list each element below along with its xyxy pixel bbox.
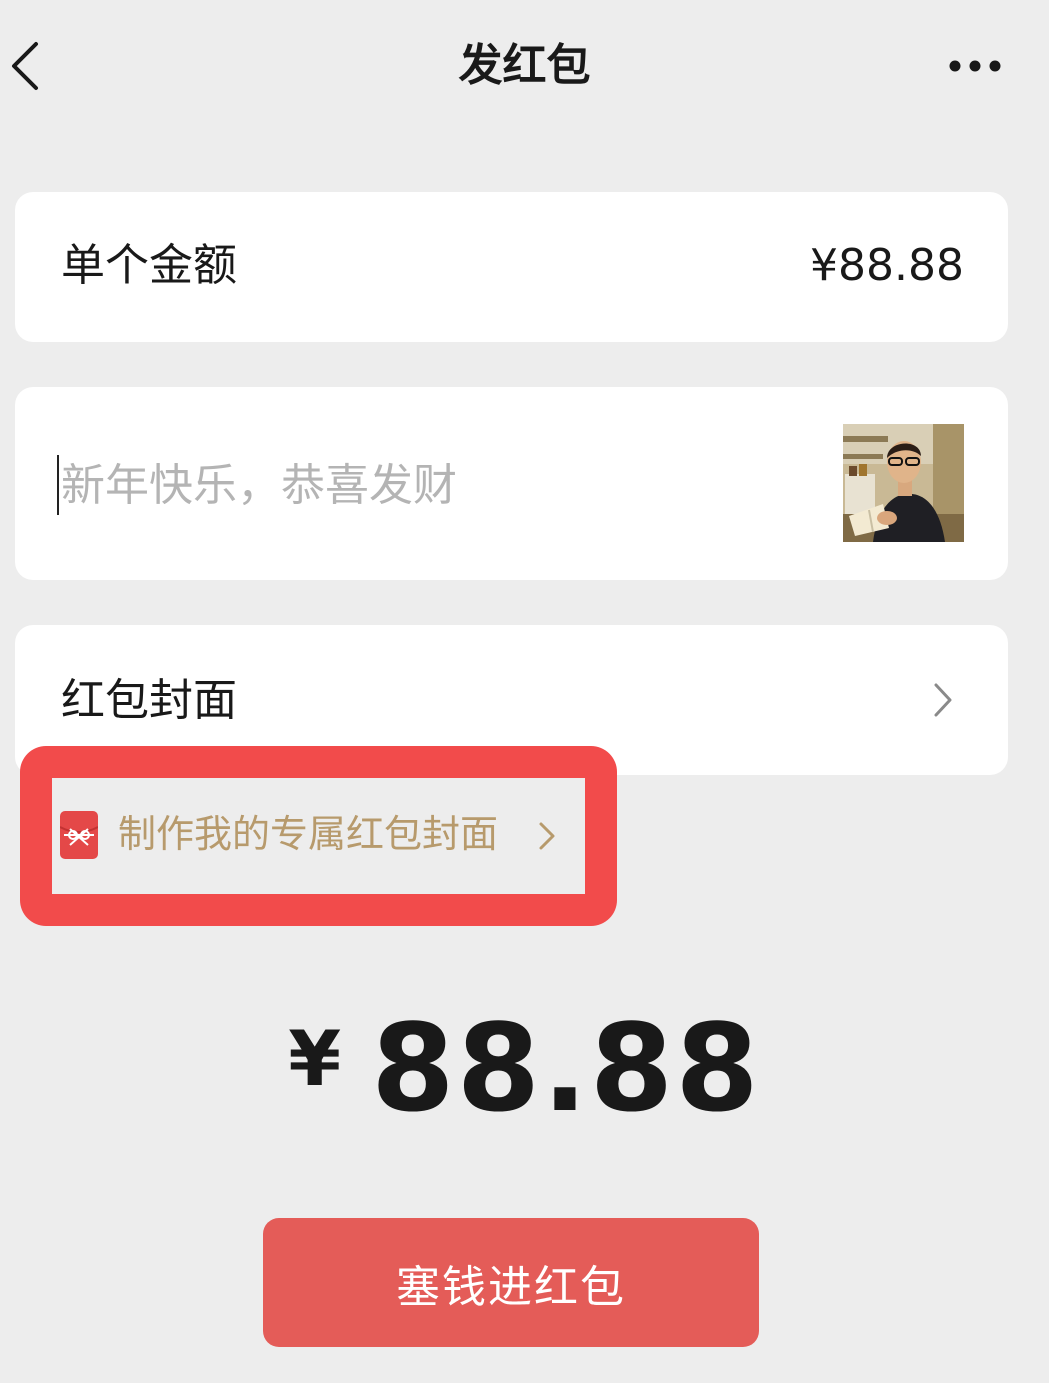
photo-thumbnail-icon bbox=[843, 424, 964, 542]
custom-cover-link[interactable]: 制作我的专属红包封面 bbox=[54, 780, 584, 892]
more-dots-icon bbox=[949, 60, 1001, 72]
cover-row[interactable]: 红包封面 bbox=[15, 625, 1008, 775]
nav-bar: 发红包 bbox=[0, 0, 1049, 130]
cover-label: 红包封面 bbox=[61, 675, 237, 726]
custom-cover-text: 制作我的专属红包封面 bbox=[118, 812, 499, 856]
total-value: 88.88 bbox=[371, 1000, 761, 1139]
page-title: 发红包 bbox=[458, 40, 591, 91]
amount-label: 单个金额 bbox=[61, 240, 237, 291]
amount-row[interactable]: 单个金额 ¥88.88 bbox=[15, 192, 1008, 342]
greeting-input[interactable] bbox=[57, 455, 761, 515]
cover-thumbnail[interactable] bbox=[843, 424, 964, 542]
red-packet-icon bbox=[60, 811, 98, 859]
amount-value[interactable]: ¥88.88 bbox=[810, 238, 964, 294]
chevron-right-icon bbox=[934, 683, 952, 717]
submit-button[interactable]: 塞钱进红包 bbox=[263, 1218, 759, 1347]
more-button[interactable] bbox=[944, 52, 1006, 80]
greeting-row bbox=[15, 387, 1008, 580]
total-currency: ¥ bbox=[288, 1014, 342, 1103]
chevron-right-icon bbox=[539, 822, 555, 850]
total-amount: ¥88.88 bbox=[0, 1000, 1049, 1140]
